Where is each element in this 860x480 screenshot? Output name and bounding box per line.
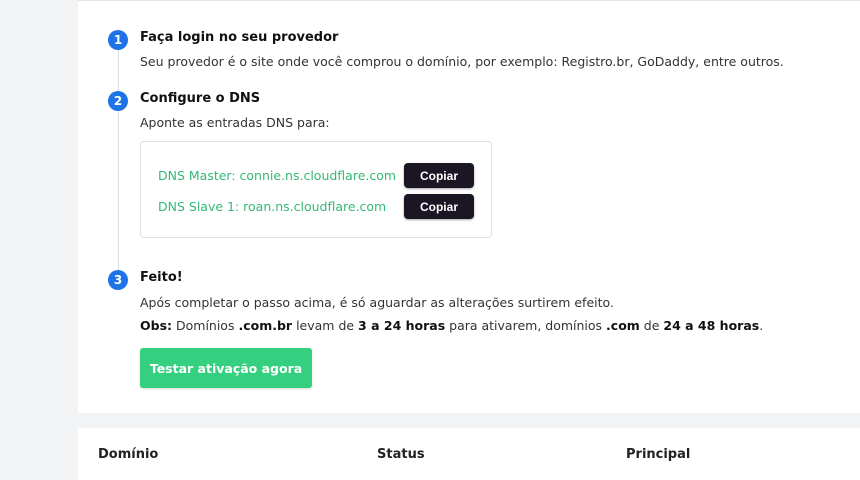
- obs-part: para ativarem, domínios: [445, 318, 607, 333]
- test-activation-button[interactable]: Testar ativação agora: [140, 348, 312, 388]
- dns-entries-box: DNS Master: connie.ns.cloudflare.com Cop…: [140, 141, 492, 238]
- step-1-badge: 1: [108, 30, 128, 50]
- step-3-badge: 3: [108, 270, 128, 290]
- column-header-domain[interactable]: Domínio: [98, 447, 158, 462]
- dns-master-label: DNS Master: connie.ns.cloudflare.com: [158, 168, 397, 183]
- column-header-principal[interactable]: Principal: [626, 447, 690, 462]
- dns-slave-label: DNS Slave 1: roan.ns.cloudflare.com: [158, 199, 387, 214]
- timeline-line: [118, 40, 119, 278]
- obs-tld-com: .com: [606, 318, 640, 333]
- step-2-badge: 2: [108, 91, 128, 111]
- obs-time-com: 24 a 48 horas: [663, 318, 760, 333]
- step-2-text: Aponte as entradas DNS para:: [140, 115, 330, 130]
- step-1-text: Seu provedor é o site onde você comprou …: [140, 54, 784, 69]
- obs-label: Obs:: [140, 318, 173, 333]
- step-1-title: Faça login no seu provedor: [140, 30, 339, 45]
- step-3-text: Após completar o passo acima, é só aguar…: [140, 295, 614, 310]
- step-3-title: Feito!: [140, 270, 183, 285]
- obs-part: Domínios: [172, 318, 239, 333]
- copy-dns-master-button[interactable]: Copiar: [404, 163, 474, 188]
- obs-part: de: [639, 318, 664, 333]
- domains-table: Domínio Status Principal: [78, 428, 860, 480]
- obs-text: Obs: Domínios .com.br levam de 3 a 24 ho…: [140, 318, 763, 333]
- dns-row-master: DNS Master: connie.ns.cloudflare.com Cop…: [158, 163, 474, 188]
- obs-time-combr: 3 a 24 horas: [358, 318, 446, 333]
- copy-dns-slave-button[interactable]: Copiar: [404, 194, 474, 219]
- step-2-title: Configure o DNS: [140, 91, 261, 106]
- dns-row-slave: DNS Slave 1: roan.ns.cloudflare.com Copi…: [158, 194, 474, 219]
- obs-part: .: [759, 318, 764, 333]
- obs-part: levam de: [292, 318, 359, 333]
- obs-tld-combr: .com.br: [238, 318, 293, 333]
- column-header-status[interactable]: Status: [377, 447, 425, 462]
